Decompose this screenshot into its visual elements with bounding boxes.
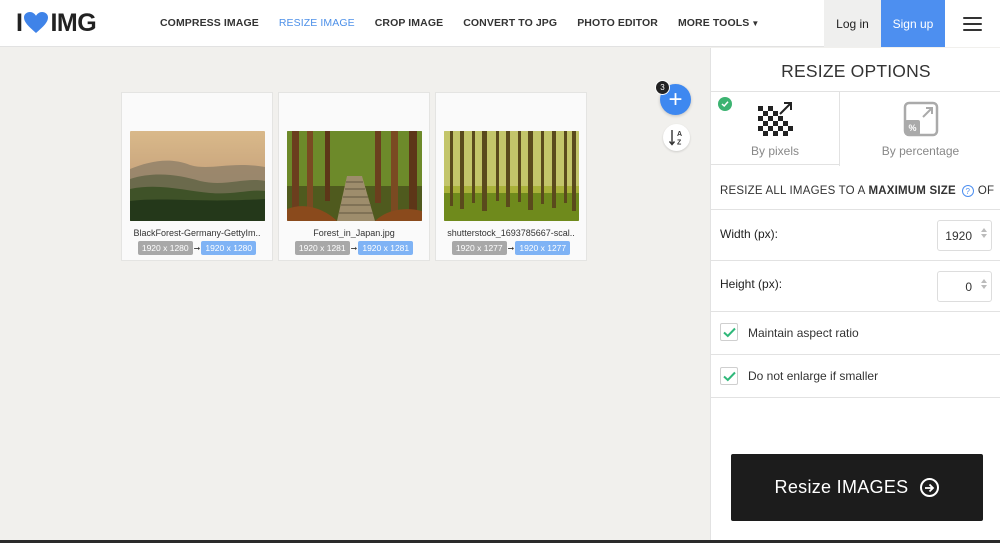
nav-compress-image[interactable]: COMPRESS IMAGE	[160, 17, 259, 29]
resize-all-prefix: RESIZE ALL IMAGES TO A	[720, 185, 866, 197]
svg-text:A: A	[677, 131, 682, 138]
resize-all-suffix: OF	[977, 185, 995, 197]
file-thumbnail	[287, 131, 422, 221]
maintain-aspect-checkbox[interactable]	[720, 323, 738, 341]
sort-alpha-icon: A Z	[668, 130, 682, 147]
nav-more-tools-label: MORE TOOLS	[677, 17, 750, 29]
nav-photo-editor[interactable]: PHOTO EDITOR	[577, 17, 658, 29]
tab-by-percentage[interactable]: % By percentage	[839, 92, 1000, 166]
top-header: I IMG COMPRESS IMAGE RESIZE IMAGE CROP I…	[0, 0, 1000, 47]
no-enlarge-label: Do not enlarge if smaller	[748, 369, 879, 383]
width-spinner[interactable]	[981, 228, 987, 238]
logo-letter-i: I	[16, 8, 23, 37]
nav-more-tools[interactable]: MORE TOOLS ▼	[678, 17, 759, 29]
auth-area: Log in Sign up	[824, 0, 1000, 47]
file-thumbnail	[444, 131, 579, 221]
panel-title: RESIZE OPTIONS	[781, 61, 931, 81]
hamburger-icon	[963, 16, 982, 31]
checkmark-icon	[722, 371, 736, 381]
resize-mode-tabs: By pixels % By percentage	[711, 91, 1000, 166]
no-enlarge-checkbox[interactable]	[720, 367, 738, 385]
resize-all-bold: MAXIMUM SIZE	[868, 185, 956, 197]
svg-text:Z: Z	[677, 140, 682, 147]
resize-all-caption: RESIZE ALL IMAGES TO A MAXIMUM SIZE ? OF	[720, 185, 994, 197]
height-value: 0	[965, 279, 972, 294]
original-size-badge: 1920 x 1277	[451, 241, 507, 255]
main-nav: COMPRESS IMAGE RESIZE IMAGE CROP IMAGE C…	[138, 0, 759, 47]
signup-button[interactable]: Sign up	[881, 0, 945, 47]
hamburger-menu-button[interactable]	[945, 0, 1000, 47]
resize-button-label: Resize IMAGES	[774, 477, 909, 497]
checkmark-icon	[722, 327, 736, 337]
nav-crop-image[interactable]: CROP IMAGE	[375, 17, 443, 29]
file-name: shutterstock_1693785667-scal..	[447, 228, 575, 238]
nav-convert-to-jpg[interactable]: CONVERT TO JPG	[463, 17, 557, 29]
nav-resize-image[interactable]: RESIZE IMAGE	[279, 17, 355, 29]
tab-label: By pixels	[750, 144, 800, 158]
login-button[interactable]: Log in	[824, 0, 881, 47]
arrow-right-circle-icon	[920, 478, 940, 497]
resize-images-button[interactable]: Resize IMAGES	[731, 454, 983, 521]
original-size-badge: 1920 x 1281	[294, 241, 350, 255]
new-size-badge: 1920 x 1281	[358, 241, 414, 255]
file-card[interactable]: Forest_in_Japan.jpg 1920 x 1281 ➞ 1920 x…	[278, 92, 430, 261]
maintain-aspect-row: Maintain aspect ratio	[711, 311, 1000, 354]
height-spinner[interactable]	[981, 279, 987, 289]
arrow-right-icon: ➞	[350, 243, 358, 253]
file-dimensions: 1920 x 1277 ➞ 1920 x 1277	[436, 241, 586, 255]
percentage-icon: %	[903, 101, 938, 137]
height-label: Height (px):	[720, 277, 783, 291]
maintain-aspect-label: Maintain aspect ratio	[748, 326, 859, 340]
checkmark-icon	[718, 97, 732, 111]
pixels-icon	[758, 102, 793, 136]
original-size-badge: 1920 x 1280	[137, 241, 193, 255]
tab-label: By percentage	[881, 144, 960, 158]
plus-icon: +	[668, 85, 683, 113]
height-row: Height (px): 0	[711, 260, 1000, 311]
no-enlarge-row: Do not enlarge if smaller	[711, 354, 1000, 398]
new-size-badge: 1920 x 1277	[515, 241, 571, 255]
ilovimg-logo[interactable]: I IMG	[16, 9, 138, 38]
svg-text:%: %	[908, 123, 916, 133]
width-input[interactable]: 1920	[937, 220, 992, 251]
arrow-right-icon: ➞	[193, 243, 201, 253]
file-count-badge: 3	[655, 80, 670, 95]
help-icon[interactable]: ?	[961, 185, 974, 197]
logo-word-img: IMG	[50, 8, 97, 37]
file-name: Forest_in_Japan.jpg	[313, 228, 395, 238]
width-label: Width (px):	[720, 227, 779, 241]
caret-down-icon: ▼	[751, 19, 760, 28]
height-input[interactable]: 0	[937, 271, 992, 302]
width-value: 1920	[945, 228, 972, 243]
new-size-badge: 1920 x 1280	[201, 241, 257, 255]
width-row: Width (px): 1920	[711, 209, 1000, 260]
file-card[interactable]: BlackForest-Germany-GettyIm.. 1920 x 128…	[121, 92, 273, 261]
tab-by-pixels[interactable]: By pixels	[711, 92, 839, 166]
file-workspace: BlackForest-Germany-GettyIm.. 1920 x 128…	[0, 48, 710, 540]
arrow-right-icon: ➞	[507, 243, 515, 253]
file-thumbnail	[130, 131, 265, 221]
file-dimensions: 1920 x 1280 ➞ 1920 x 1280	[122, 241, 272, 255]
file-dimensions: 1920 x 1281 ➞ 1920 x 1281	[279, 241, 429, 255]
resize-options-panel: RESIZE OPTIONS By pixels % By percentage…	[710, 48, 1000, 540]
file-card[interactable]: shutterstock_1693785667-scal.. 1920 x 12…	[435, 92, 587, 261]
heart-icon	[23, 11, 49, 35]
sort-files-button[interactable]: A Z	[663, 124, 690, 151]
file-name: BlackForest-Germany-GettyIm..	[133, 228, 261, 238]
